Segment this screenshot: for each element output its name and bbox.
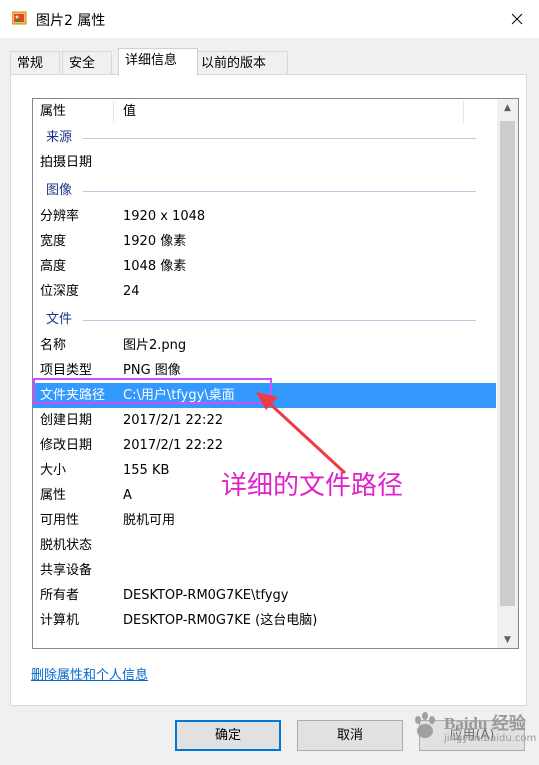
row-resolution[interactable]: 分辨率 1920 x 1048 xyxy=(33,204,496,229)
window-title: 图片2 属性 xyxy=(36,13,106,29)
column-separator[interactable] xyxy=(113,101,114,123)
column-header-property[interactable]: 属性 xyxy=(40,99,66,125)
scrollbar-thumb[interactable] xyxy=(500,121,515,606)
property-value: PNG 图像 xyxy=(123,363,181,378)
scroll-down-button[interactable]: ▼ xyxy=(497,631,518,648)
group-divider xyxy=(83,320,476,321)
property-label: 项目类型 xyxy=(40,363,93,378)
property-label: 共享设备 xyxy=(40,563,93,578)
group-label: 来源 xyxy=(46,130,73,145)
property-label: 计算机 xyxy=(40,613,80,628)
chevron-down-icon: ▼ xyxy=(504,634,511,645)
property-label: 可用性 xyxy=(40,513,80,528)
property-label: 大小 xyxy=(40,463,67,478)
property-label: 名称 xyxy=(40,338,67,353)
property-label: 宽度 xyxy=(40,234,67,249)
property-value: 2017/2/1 22:22 xyxy=(123,438,223,453)
cancel-button[interactable]: 取消 xyxy=(297,720,403,751)
property-value: 1920 像素 xyxy=(123,234,187,249)
row-owner[interactable]: 所有者 DESKTOP-RM0G7KE\tfygy xyxy=(33,583,496,608)
row-date-taken[interactable]: 拍摄日期 xyxy=(33,150,496,175)
ok-button[interactable]: 确定 xyxy=(175,720,281,751)
row-name[interactable]: 名称 图片2.png xyxy=(33,333,496,358)
property-value: 24 xyxy=(123,284,140,299)
list-header: 属性 值 xyxy=(33,99,496,125)
column-separator[interactable] xyxy=(463,101,464,123)
row-width[interactable]: 宽度 1920 像素 xyxy=(33,229,496,254)
column-header-value[interactable]: 值 xyxy=(123,99,136,125)
row-offline-status[interactable]: 脱机状态 xyxy=(33,533,496,558)
property-label: 高度 xyxy=(40,259,67,274)
row-availability[interactable]: 可用性 脱机可用 xyxy=(33,508,496,533)
property-label: 脱机状态 xyxy=(40,538,93,553)
watermark-name: Baidu 经验 xyxy=(444,714,526,733)
group-label: 文件 xyxy=(46,312,73,327)
group-source[interactable]: 来源 xyxy=(33,125,496,150)
paw-logo-icon xyxy=(415,712,435,738)
row-height[interactable]: 高度 1048 像素 xyxy=(33,254,496,279)
watermark-url: jingyan.baidu.com xyxy=(444,733,537,744)
chevron-up-icon: ▲ xyxy=(504,102,511,113)
tab-details[interactable]: 详细信息 xyxy=(118,48,198,76)
tab-previous-versions[interactable]: 以前的版本 xyxy=(194,51,288,75)
vertical-scrollbar[interactable]: ▲ ▼ xyxy=(497,99,518,648)
property-value: A xyxy=(123,488,132,503)
title-bar[interactable]: 图片2 属性 xyxy=(0,0,539,38)
details-panel: 属性 值 来源 拍摄日期 图像 分辨率 1920 x 1048 宽度 1920 … xyxy=(10,74,527,706)
row-modified[interactable]: 修改日期 2017/2/1 22:22 xyxy=(33,433,496,458)
property-label: 修改日期 xyxy=(40,438,93,453)
property-value: 图片2.png xyxy=(123,338,187,353)
group-file[interactable]: 文件 xyxy=(33,307,496,332)
close-icon xyxy=(511,13,523,25)
property-value: 155 KB xyxy=(123,463,170,478)
annotation-text: 详细的文件路径 xyxy=(221,471,404,501)
property-label: 拍摄日期 xyxy=(40,155,93,170)
watermark: Baidu 经验 jingyan.baidu.com xyxy=(408,705,537,757)
property-value: 脱机可用 xyxy=(123,513,176,528)
remove-properties-link[interactable]: 删除属性和个人信息 xyxy=(31,664,148,683)
property-value: 2017/2/1 22:22 xyxy=(123,413,223,428)
row-folder-path[interactable]: 文件夹路径 C:\用户\tfygy\桌面 xyxy=(33,383,496,408)
property-value: DESKTOP-RM0G7KE (这台电脑) xyxy=(123,613,318,628)
property-label: 所有者 xyxy=(40,588,80,603)
property-label: 创建日期 xyxy=(40,413,93,428)
property-value: 1048 像素 xyxy=(123,259,187,274)
row-computer[interactable]: 计算机 DESKTOP-RM0G7KE (这台电脑) xyxy=(33,608,496,633)
tab-general[interactable]: 常规 xyxy=(10,51,60,75)
row-bit-depth[interactable]: 位深度 24 xyxy=(33,279,496,304)
tab-security[interactable]: 安全 xyxy=(62,51,112,75)
properties-list[interactable]: 属性 值 来源 拍摄日期 图像 分辨率 1920 x 1048 宽度 1920 … xyxy=(32,98,519,649)
property-label: 分辨率 xyxy=(40,209,80,224)
group-label: 图像 xyxy=(46,183,73,198)
close-button[interactable] xyxy=(495,0,539,38)
property-label: 文件夹路径 xyxy=(40,388,106,403)
property-label: 属性 xyxy=(40,488,67,503)
group-divider xyxy=(83,191,476,192)
property-label: 位深度 xyxy=(40,284,80,299)
row-created[interactable]: 创建日期 2017/2/1 22:22 xyxy=(33,408,496,433)
group-divider xyxy=(83,138,476,139)
scroll-up-button[interactable]: ▲ xyxy=(497,99,518,116)
property-value: DESKTOP-RM0G7KE\tfygy xyxy=(123,588,289,603)
image-file-icon xyxy=(12,11,27,25)
group-image[interactable]: 图像 xyxy=(33,178,496,203)
row-shared-with[interactable]: 共享设备 xyxy=(33,558,496,583)
row-item-type[interactable]: 项目类型 PNG 图像 xyxy=(33,358,496,383)
property-value: C:\用户\tfygy\桌面 xyxy=(123,388,235,403)
property-value: 1920 x 1048 xyxy=(123,209,206,224)
